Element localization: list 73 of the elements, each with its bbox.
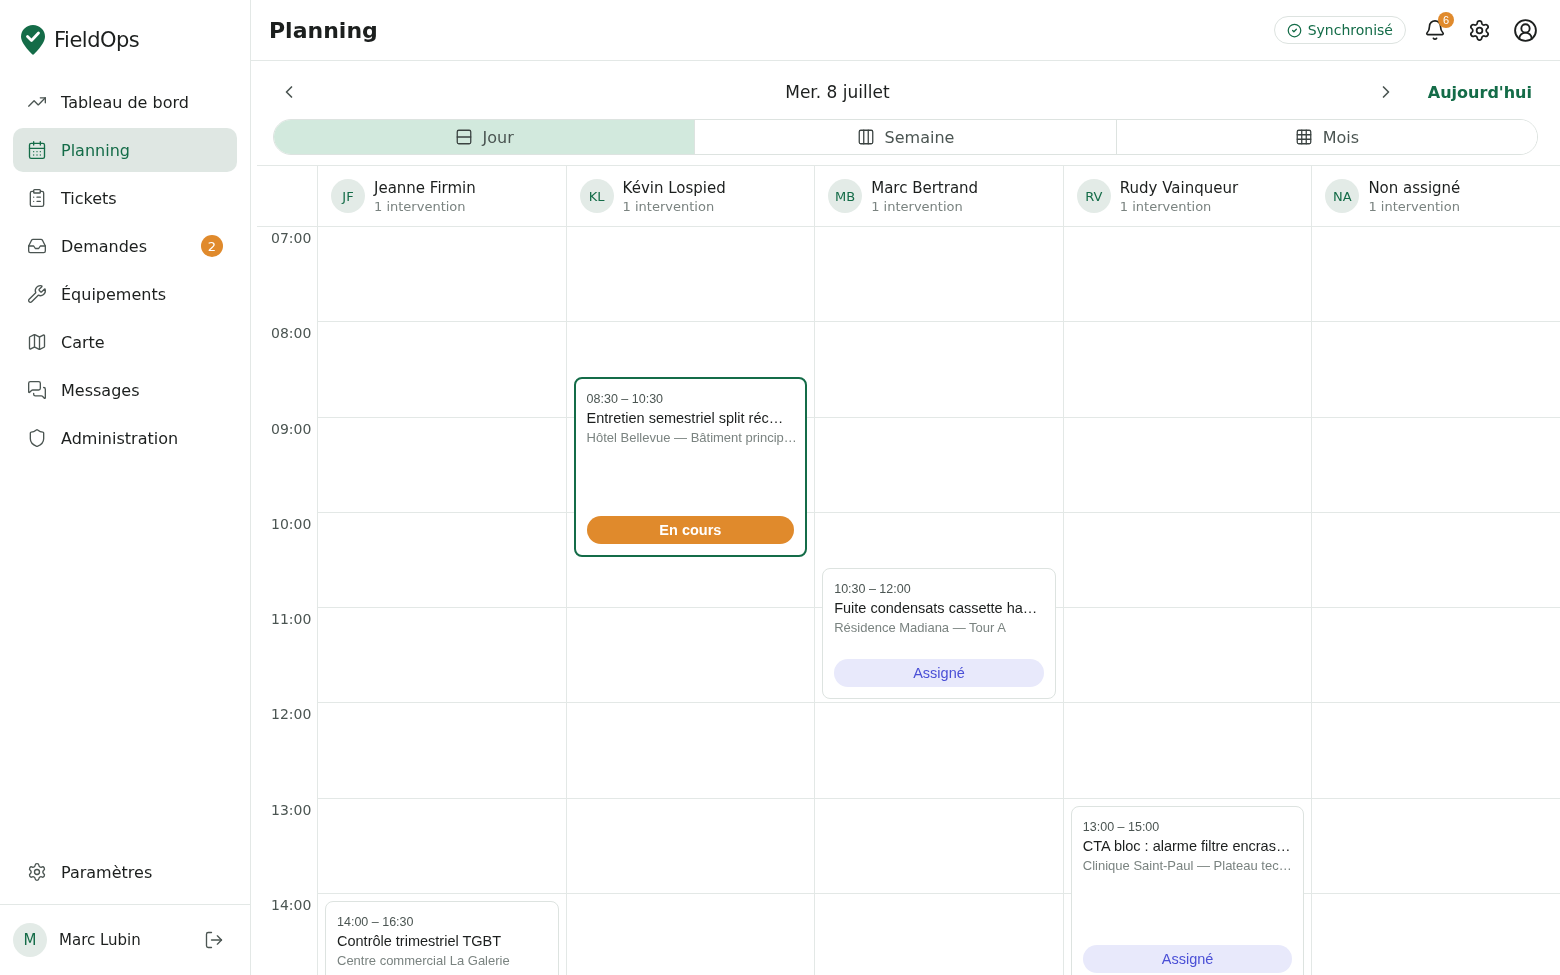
calendar-icon: [27, 140, 47, 160]
hour-label: 09:00: [271, 420, 312, 437]
technician-name: Rudy Vainqueur: [1119, 178, 1239, 197]
technician-avatar: NA: [1325, 179, 1360, 213]
brand-name: FieldOps: [54, 28, 140, 52]
event-location: Clinique Saint-Paul — Plateau tec…: [1082, 857, 1292, 873]
messages-icon: [27, 380, 47, 400]
user-avatar: M: [13, 923, 47, 957]
inbox-icon: [27, 236, 47, 256]
today-button[interactable]: Aujourd'hui: [1421, 81, 1538, 103]
nav-item[interactable]: Tickets: [13, 176, 237, 220]
settings-icon: [27, 862, 47, 882]
nav-item[interactable]: Planning: [13, 128, 237, 172]
nav-item[interactable]: Tableau de bord: [13, 80, 237, 124]
event-card[interactable]: 13:00 – 15:00 CTA bloc : alarme filtre encras… Clinique Saint-Paul — Plateau tec… Assigné: [1070, 805, 1305, 975]
current-date: Mer. 8 juillet: [784, 82, 891, 102]
technician-avatar: MB: [828, 179, 863, 213]
status-badge: En cours: [586, 515, 795, 544]
event-time: 14:00 – 16:30: [337, 915, 415, 930]
event-title: CTA bloc : alarme filtre encras…: [1082, 837, 1291, 854]
event-location: Centre commercial La Galerie: [337, 953, 510, 969]
intervention-count: 1 intervention: [374, 198, 467, 214]
technician-name: Jeanne Firmin: [374, 178, 476, 197]
user-name: Marc Lubin: [59, 931, 142, 949]
event-location: Hôtel Bellevue — Bâtiment princip…: [586, 429, 797, 445]
hour-label: 10:00: [271, 515, 312, 532]
intervention-count: 1 intervention: [871, 198, 964, 214]
status-badge: Assigné: [834, 659, 1044, 688]
event-title: Contrôle trimestriel TGBT: [337, 933, 502, 950]
hour-label: 12:00: [271, 706, 312, 723]
technician-avatar: RV: [1076, 179, 1111, 213]
event-location: Résidence Madiana — Tour A: [834, 619, 1006, 635]
rows-icon: [454, 128, 473, 146]
nav-item[interactable]: Demandes 2: [13, 224, 237, 268]
nav-item[interactable]: Administration: [13, 416, 237, 460]
technician-avatar: KL: [579, 179, 614, 213]
wrench-icon: [27, 284, 47, 304]
nav-item[interactable]: Équipements: [13, 272, 237, 316]
nav-item[interactable]: Messages: [13, 368, 237, 412]
hour-label: 07:00: [271, 230, 312, 246]
event-time: 13:00 – 15:00: [1082, 819, 1161, 834]
intervention-count: 1 intervention: [622, 198, 716, 214]
map-icon: [27, 332, 47, 352]
event-card[interactable]: 10:30 – 12:00 Fuite condensats cassette ha… Résidence Madiana — Tour A Assigné: [822, 567, 1056, 700]
nav-item[interactable]: Carte: [13, 320, 237, 364]
hour-label: 13:00: [271, 801, 312, 818]
technician-name: Non assigné: [1368, 178, 1461, 197]
technician-name: Marc Bertrand: [871, 178, 979, 197]
count-badge: 2: [201, 235, 223, 257]
intervention-count: 1 intervention: [1368, 198, 1461, 214]
shield-icon: [27, 428, 47, 448]
intervention-count: 1 intervention: [1119, 198, 1213, 214]
event-title: Entretien semestriel split réc…: [586, 409, 784, 426]
status-badge: Assigné: [1082, 945, 1293, 974]
event-time: 08:30 – 10:30: [586, 391, 665, 406]
nav-item[interactable]: Paramètres: [13, 850, 237, 894]
hour-label: 08:00: [271, 325, 312, 342]
technician-avatar: JF: [331, 179, 365, 213]
event-time: 10:30 – 12:00: [834, 581, 912, 596]
logo-icon: [20, 24, 46, 56]
grid-icon: [1294, 128, 1313, 146]
hour-label: 11:00: [271, 611, 312, 628]
event-card[interactable]: 08:30 – 10:30 Entretien semestriel split réc… Hôtel Bellevue — Bâtiment princip… En cours: [573, 376, 808, 557]
event-card[interactable]: 14:00 – 16:30 Contrôle trimestriel TGBT Centre commercial La Galerie: [325, 901, 559, 975]
check-circle-icon: [1286, 22, 1302, 38]
view-tab[interactable]: Jour: [274, 120, 696, 154]
clipboard-icon: [27, 188, 47, 208]
technician-name: Kévin Lospied: [622, 178, 726, 197]
hour-label: 14:00: [271, 897, 312, 914]
event-title: Fuite condensats cassette ha…: [834, 599, 1038, 616]
notification-badge: 6: [1438, 12, 1454, 28]
page-title: Planning: [269, 17, 379, 43]
columns-icon: [856, 128, 875, 146]
